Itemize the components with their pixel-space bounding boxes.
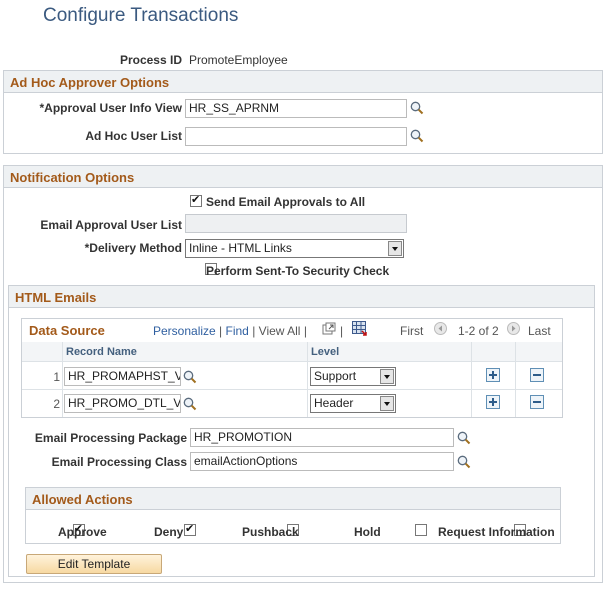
- send-all-checkbox[interactable]: [190, 193, 202, 207]
- delivery-method-label: *Delivery Method: [84, 241, 182, 255]
- record-name-lookup-icon[interactable]: [183, 370, 197, 384]
- ad-hoc-user-list-lookup-icon[interactable]: [410, 129, 424, 143]
- last-link: Last: [528, 324, 551, 338]
- row-number: 2: [53, 397, 60, 411]
- data-source-title: Data Source: [29, 323, 105, 338]
- record-name-input[interactable]: HR_PROMAPHST_VW: [64, 367, 181, 386]
- delivery-method-value: Inline - HTML Links: [189, 241, 292, 255]
- level-select[interactable]: Header: [310, 394, 396, 413]
- level-column-header[interactable]: Level: [311, 346, 339, 358]
- previous-icon[interactable]: [434, 322, 447, 335]
- find-link[interactable]: Find: [226, 324, 249, 338]
- allowed-actions-header: Allowed Actions: [26, 488, 560, 510]
- email-package-label: Email Processing Package: [34, 431, 187, 445]
- pushback-label: Pushback: [242, 525, 299, 539]
- html-emails-header: HTML Emails: [9, 286, 594, 308]
- dropdown-arrow-icon[interactable]: [388, 241, 402, 256]
- dropdown-arrow-icon[interactable]: [380, 396, 394, 411]
- view-all-link[interactable]: View All: [259, 324, 301, 338]
- add-row-button[interactable]: [486, 395, 500, 409]
- record-name-lookup-icon[interactable]: [183, 397, 197, 411]
- new-window-icon[interactable]: [322, 322, 336, 335]
- row-number: 1: [53, 370, 60, 384]
- process-id-label: Process ID: [119, 53, 182, 67]
- email-approval-list-label: Email Approval User List: [40, 218, 182, 232]
- download-spreadsheet-icon[interactable]: [352, 321, 368, 336]
- process-id-value: PromoteEmployee: [189, 53, 288, 67]
- approve-label: Approve: [58, 525, 107, 539]
- email-approval-list-input: [185, 214, 407, 233]
- next-icon[interactable]: [507, 322, 520, 335]
- deny-label: Deny: [154, 525, 184, 539]
- request-information-label: Request Information: [438, 525, 555, 539]
- email-package-input[interactable]: HR_PROMOTION: [190, 428, 454, 447]
- page-title: Configure Transactions: [43, 5, 239, 26]
- hold-label: Hold: [354, 525, 381, 539]
- add-row-button[interactable]: [486, 368, 500, 382]
- record-name-column-header[interactable]: Record Name: [66, 346, 137, 358]
- approval-view-label: *Approval User Info View: [39, 101, 182, 115]
- email-class-lookup-icon[interactable]: [457, 455, 471, 469]
- record-name-input[interactable]: HR_PROMO_DTL_VW: [64, 394, 181, 413]
- edit-template-button[interactable]: Edit Template: [26, 554, 162, 574]
- first-link: First: [400, 324, 424, 338]
- approval-view-input[interactable]: HR_SS_APRNM: [185, 99, 407, 118]
- deny-checkbox[interactable]: [184, 522, 197, 536]
- level-select[interactable]: Support: [310, 367, 396, 386]
- email-class-label: Email Processing Class: [51, 455, 187, 469]
- grid-toolbar: Personalize | Find | View All |: [153, 324, 307, 338]
- personalize-link[interactable]: Personalize: [153, 324, 216, 338]
- delivery-method-select[interactable]: Inline - HTML Links: [185, 239, 404, 258]
- ad-hoc-header: Ad Hoc Approver Options: [4, 71, 602, 93]
- send-all-label: Send Email Approvals to All: [206, 195, 366, 209]
- ad-hoc-user-list-label: Ad Hoc User List: [85, 129, 182, 143]
- notification-header: Notification Options: [4, 166, 602, 188]
- email-package-lookup-icon[interactable]: [457, 431, 471, 445]
- delete-row-button[interactable]: [530, 395, 544, 409]
- approval-view-lookup-icon[interactable]: [410, 101, 424, 115]
- dropdown-arrow-icon[interactable]: [380, 369, 394, 384]
- security-check-label: Perform Sent-To Security Check: [206, 264, 390, 278]
- email-class-input[interactable]: emailActionOptions: [190, 452, 454, 471]
- range-text: 1-2 of 2: [458, 324, 499, 338]
- hold-checkbox[interactable]: [414, 524, 427, 536]
- ad-hoc-user-list-input[interactable]: [185, 127, 407, 146]
- delete-row-button[interactable]: [530, 368, 544, 382]
